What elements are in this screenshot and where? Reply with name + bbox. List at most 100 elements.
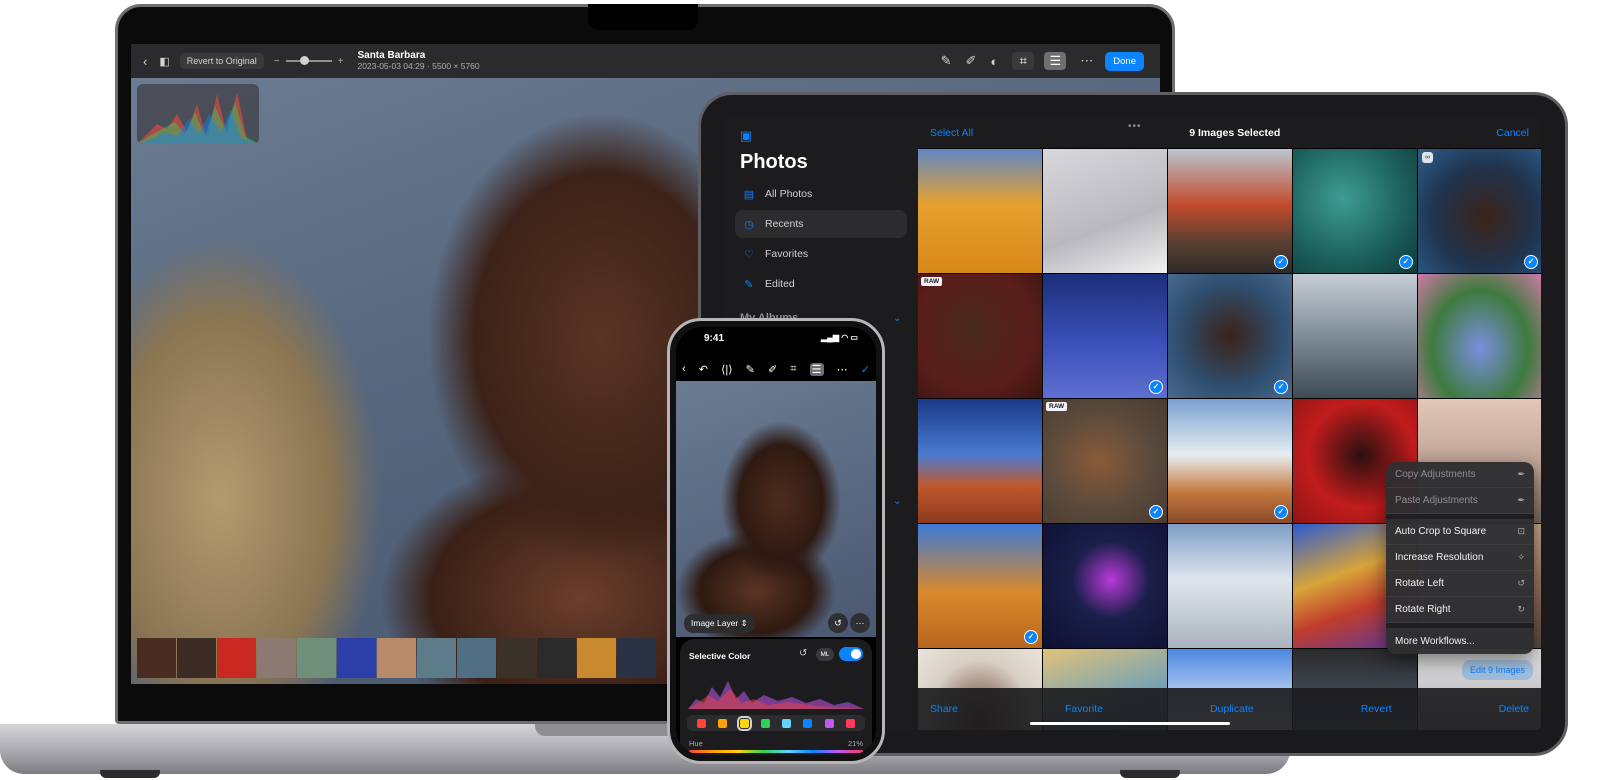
sidebar-item-favorites[interactable]: ♡ Favorites (735, 240, 907, 268)
filmstrip-thumbnail[interactable] (457, 638, 496, 678)
chevron-left-icon[interactable]: ‹ (682, 363, 686, 375)
color-swatch[interactable] (697, 718, 707, 728)
zoom-slider[interactable]: − + (274, 56, 344, 67)
zoom-minus-icon[interactable]: − (274, 56, 280, 67)
menu-item-increase-resolution[interactable]: Increase Resolution ✧ (1386, 545, 1534, 571)
photo-thumbnail[interactable] (1043, 149, 1167, 273)
cancel-button[interactable]: Cancel (1496, 127, 1529, 139)
menu-item-paste-adjustments[interactable]: Paste Adjustments ✒ (1386, 488, 1534, 514)
photo-thumbnail[interactable]: ✓ (1168, 274, 1292, 398)
menu-item-auto-crop-square[interactable]: Auto Crop to Square ⊡ (1386, 519, 1534, 545)
color-swatch[interactable] (760, 718, 770, 728)
sidebar-icon[interactable]: ▣ (740, 128, 752, 144)
crop-icon[interactable]: ⌗ (790, 363, 796, 376)
color-swatch[interactable] (824, 718, 834, 728)
filmstrip-thumbnail[interactable] (377, 638, 416, 678)
duplicate-button[interactable]: Duplicate (1210, 703, 1254, 715)
iphone-editor-toolbar: ‹ ↶ ⟨|⟩ ✎ ✐ ⌗ ☰ ⋯ ✓ (676, 357, 876, 381)
photo-thumbnail[interactable] (1418, 274, 1541, 398)
zoom-plus-icon[interactable]: + (338, 56, 344, 67)
sidebar-item-all-photos[interactable]: ▤ All Photos (735, 180, 907, 208)
selected-checkmark-icon: ✓ (1149, 380, 1163, 394)
status-icons: ▂▄▆ ◠ ▭ (821, 333, 858, 342)
filters-icon[interactable]: ◐ (990, 54, 998, 69)
more-icon[interactable]: ⋯ (850, 613, 870, 633)
undo-icon[interactable]: ↶ (699, 363, 708, 376)
select-all-button[interactable]: Select All (930, 127, 973, 139)
iphone-photo-canvas[interactable] (676, 381, 876, 637)
retouch-icon[interactable]: ✐ (966, 53, 977, 69)
multitask-grabber[interactable]: ••• (1128, 121, 1142, 132)
bottom-action-bar: Share Favorite Duplicate Revert Delete (918, 688, 1541, 730)
delete-button[interactable]: Delete (1499, 703, 1529, 715)
sidebar-item-recents[interactable]: ◷ Recents (735, 210, 907, 238)
photo-thumbnail[interactable]: ✓ (918, 524, 1042, 648)
reset-icon[interactable]: ↺ (799, 648, 807, 659)
filmstrip-thumbnail[interactable] (217, 638, 256, 678)
sidebar-item-edited[interactable]: ✎ Edited (735, 270, 907, 298)
markup-icon[interactable]: ✎ (746, 363, 755, 376)
menu-item-rotate-right[interactable]: Rotate Right ↻ (1386, 597, 1534, 623)
photo-thumbnail[interactable]: ✓ (1168, 399, 1292, 523)
photo-thumbnail[interactable]: RAW (918, 274, 1042, 398)
filmstrip-thumbnail[interactable] (617, 638, 656, 678)
markup-icon[interactable]: ✎ (941, 53, 952, 69)
chevron-down-icon[interactable]: ⌄ (893, 313, 901, 324)
color-swatch[interactable] (718, 718, 728, 728)
photo-thumbnail[interactable]: ✓ (1168, 149, 1292, 273)
color-swatch[interactable] (736, 715, 752, 731)
color-swatch[interactable] (782, 718, 792, 728)
favorite-button[interactable]: Favorite (1065, 703, 1103, 715)
edit-images-button[interactable]: Edit 9 Images (1461, 660, 1533, 680)
filmstrip-thumbnail[interactable] (257, 638, 296, 678)
filmstrip-thumbnail[interactable] (417, 638, 456, 678)
photo-thumbnail[interactable] (1043, 524, 1167, 648)
photo-thumbnail[interactable] (918, 149, 1042, 273)
share-button[interactable]: Share (930, 703, 958, 715)
filmstrip-thumbnail[interactable] (177, 638, 216, 678)
compare-icon[interactable]: ⟨|⟩ (721, 363, 732, 376)
photo-thumbnail[interactable]: ✓ (1293, 149, 1417, 273)
filmstrip-thumbnail[interactable] (577, 638, 616, 678)
photo-thumbnail[interactable] (1293, 274, 1417, 398)
adjust-icon[interactable]: ☰ (809, 362, 824, 376)
revert-button[interactable]: Revert (1361, 703, 1392, 715)
photo-thumbnail[interactable]: ∞ ✓ (1418, 149, 1541, 273)
menu-item-label: Rotate Right (1395, 604, 1451, 615)
hue-slider[interactable] (689, 750, 863, 753)
retouch-icon[interactable]: ✐ (768, 363, 777, 376)
filmstrip-thumbnail[interactable] (137, 638, 176, 678)
adjust-icon[interactable]: ☰ (1044, 52, 1067, 70)
photo-thumbnail[interactable]: ✓ (1043, 274, 1167, 398)
crop-icon[interactable]: ⌗ (1012, 52, 1035, 70)
photo-thumbnail[interactable] (1168, 524, 1292, 648)
macbook-camera-notch (588, 4, 698, 30)
more-icon[interactable]: ⋯ (1080, 53, 1093, 69)
done-button[interactable]: Done (1105, 51, 1144, 71)
zoom-slider-knob[interactable] (299, 56, 309, 65)
color-swatch[interactable] (845, 718, 855, 728)
reset-icon[interactable]: ↺ (828, 613, 848, 633)
photo-thumbnail[interactable] (918, 399, 1042, 523)
photo-thumbnail[interactable]: RAW ✓ (1043, 399, 1167, 523)
filmstrip-thumbnail[interactable] (337, 638, 376, 678)
ml-button[interactable]: ML (816, 648, 834, 661)
zoom-slider-track[interactable] (285, 56, 332, 65)
menu-item-rotate-left[interactable]: Rotate Left ↺ (1386, 571, 1534, 597)
filmstrip-thumbnail[interactable] (537, 638, 576, 678)
image-layer-button[interactable]: Image Layer ⇕ (684, 614, 755, 633)
selective-color-toggle[interactable] (839, 647, 863, 661)
checkmark-icon[interactable]: ✓ (861, 363, 870, 376)
filmstrip-thumbnail[interactable] (497, 638, 536, 678)
color-histogram (688, 681, 864, 709)
revert-to-original-button[interactable]: Revert to Original (179, 53, 264, 69)
menu-item-copy-adjustments[interactable]: Copy Adjustments ✒ (1386, 462, 1534, 488)
menu-item-more-workflows[interactable]: More Workflows... (1386, 628, 1534, 654)
more-icon[interactable]: ⋯ (837, 363, 848, 376)
chevron-left-icon[interactable]: ‹ (143, 54, 147, 69)
clock-icon: ◷ (744, 218, 754, 231)
compare-icon[interactable]: ◧ (159, 55, 169, 68)
chevron-down-icon[interactable]: ⌄ (893, 496, 901, 507)
color-swatch[interactable] (803, 718, 813, 728)
filmstrip-thumbnail[interactable] (297, 638, 336, 678)
